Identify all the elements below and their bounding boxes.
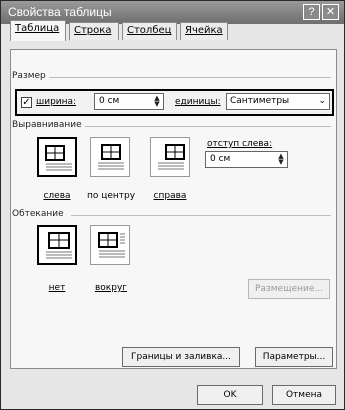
- wrapping-section-label: Обтекание: [12, 209, 64, 219]
- align-left-icon: [45, 145, 72, 171]
- cancel-button[interactable]: Отмена: [272, 385, 336, 405]
- borders-shading-button[interactable]: Границы и заливка...: [122, 347, 240, 367]
- align-right-label: справа: [153, 191, 187, 201]
- align-right-button[interactable]: [150, 137, 190, 177]
- tab-column-label: Столбец: [127, 25, 172, 36]
- align-left-label: слева: [43, 191, 71, 201]
- wrapping-separator: [71, 215, 331, 216]
- width-checkbox[interactable]: ✓: [21, 97, 32, 108]
- size-separator: [49, 77, 331, 78]
- options-button[interactable]: Параметры...: [255, 347, 333, 367]
- indent-spin-icon[interactable]: ▲ ▼: [276, 153, 286, 166]
- wrap-around-icon: [98, 232, 125, 258]
- indent-value: 0 см: [210, 154, 231, 164]
- tab-row-label: Строка: [74, 25, 112, 36]
- tab-row[interactable]: Строка: [69, 22, 119, 40]
- tab-table[interactable]: Таблица: [10, 20, 66, 41]
- window-title: Свойства таблицы: [8, 5, 112, 19]
- width-input[interactable]: 0 см ▲ ▼: [94, 93, 164, 110]
- wrap-none-icon: [46, 232, 72, 259]
- align-center-icon: [98, 144, 124, 170]
- align-center-button[interactable]: [90, 137, 130, 177]
- tab-column[interactable]: Столбец: [122, 22, 177, 40]
- width-value: 0 см: [99, 96, 120, 106]
- indent-label: отступ слева:: [207, 139, 273, 149]
- ok-button[interactable]: OK: [197, 385, 263, 405]
- alignment-section-label: Выравнивание: [12, 120, 82, 130]
- positioning-button[interactable]: Размещение...: [248, 279, 330, 299]
- units-value: Сантиметры: [230, 96, 290, 106]
- tab-table-label: Таблица: [15, 23, 60, 34]
- align-right-icon: [158, 144, 185, 170]
- size-section-label: Размер: [12, 71, 46, 81]
- chevron-down-icon: ⌄: [318, 96, 326, 106]
- table-properties-dialog: Свойства таблицы ? ✕ Таблица Строка Стол…: [0, 0, 345, 410]
- wrap-none-label: нет: [48, 283, 66, 293]
- help-button[interactable]: ?: [303, 4, 320, 20]
- units-label: единицы:: [175, 97, 221, 107]
- alignment-separator: [85, 126, 331, 127]
- align-left-button[interactable]: [37, 137, 77, 177]
- units-select[interactable]: Сантиметры ⌄: [226, 93, 330, 110]
- tab-cell-label: Ячейка: [185, 25, 223, 36]
- check-mark-icon: ✓: [22, 97, 31, 108]
- wrap-none-button[interactable]: [37, 225, 77, 265]
- indent-input[interactable]: 0 см ▲ ▼: [205, 151, 288, 168]
- close-button[interactable]: ✕: [322, 4, 339, 20]
- tab-cell[interactable]: Ячейка: [180, 22, 228, 40]
- width-label: ширина:: [36, 97, 77, 107]
- width-spin-icon[interactable]: ▲ ▼: [152, 95, 162, 108]
- wrap-around-label: вокруг: [94, 283, 127, 293]
- wrap-around-button[interactable]: [90, 225, 130, 265]
- align-center-label: по центру: [86, 191, 136, 201]
